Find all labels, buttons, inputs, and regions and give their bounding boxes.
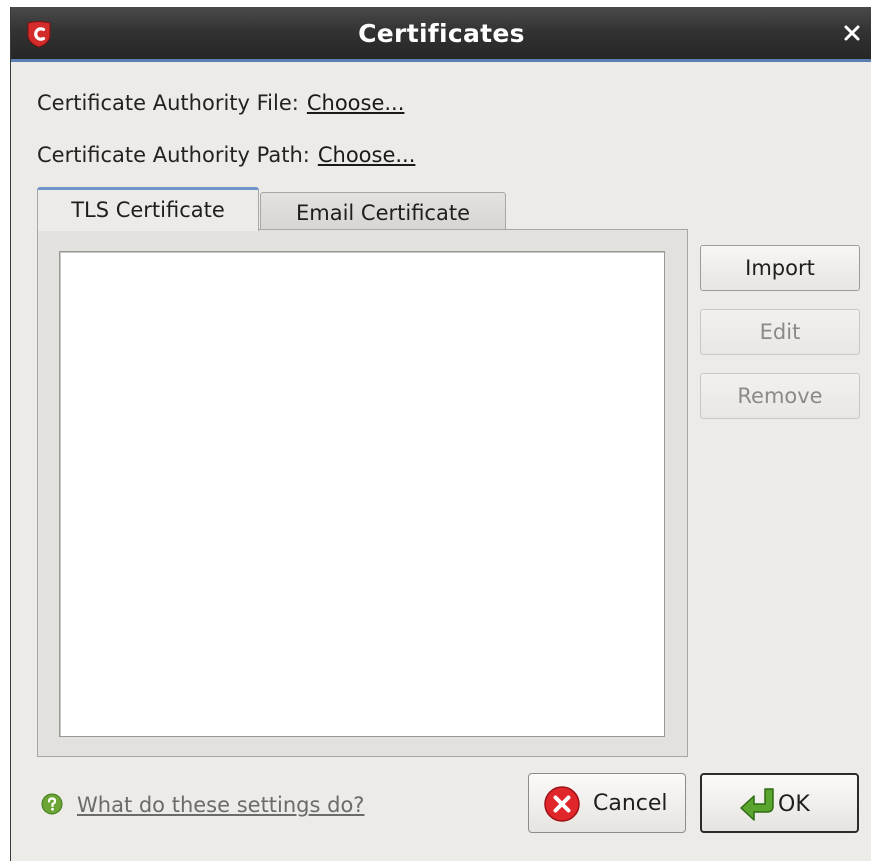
ca-path-label: Certificate Authority Path: — [37, 143, 310, 167]
green-return-arrow-icon — [740, 788, 774, 821]
ca-file-choose-link[interactable]: Choose... — [307, 91, 405, 115]
ca-path-choose-link[interactable]: Choose... — [318, 143, 416, 167]
dialog-title: Certificates — [358, 19, 525, 48]
ok-label: OK — [778, 792, 810, 817]
title-bar[interactable]: Certificates — [11, 7, 871, 62]
help-question-icon — [41, 793, 63, 815]
remove-button[interactable]: Remove — [700, 373, 860, 419]
help-row: What do these settings do? — [41, 793, 364, 817]
cancel-label: Cancel — [593, 791, 668, 816]
import-button[interactable]: Import — [700, 245, 860, 291]
close-icon[interactable] — [840, 21, 864, 45]
ca-file-label: Certificate Authority File: — [37, 91, 299, 115]
tab-panel — [37, 229, 688, 757]
ok-button[interactable]: OK — [700, 773, 859, 833]
edit-button[interactable]: Edit — [700, 309, 860, 355]
certificates-dialog: Certificates Certificate Authority File:… — [10, 7, 871, 861]
ca-path-row: Certificate Authority Path: Choose... — [37, 143, 415, 167]
certificate-list[interactable] — [59, 251, 665, 737]
tab-tls-certificate[interactable]: TLS Certificate — [37, 187, 259, 231]
help-link[interactable]: What do these settings do? — [77, 793, 364, 817]
cancel-button[interactable]: Cancel — [528, 773, 686, 833]
ca-file-row: Certificate Authority File: Choose... — [37, 91, 404, 115]
tab-email-certificate[interactable]: Email Certificate — [260, 192, 506, 234]
cancel-x-icon — [544, 786, 580, 822]
